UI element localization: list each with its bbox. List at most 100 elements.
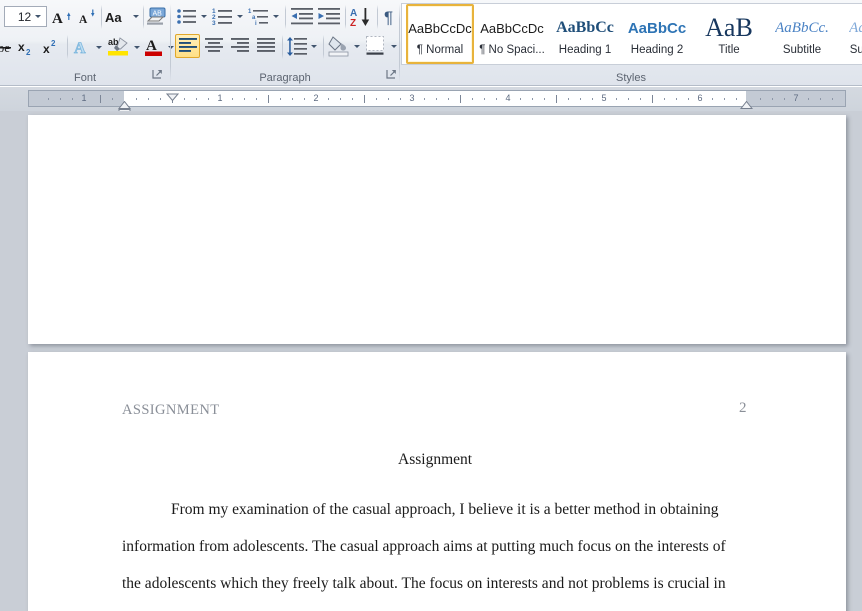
superscript-button[interactable]: x 2 <box>39 36 64 58</box>
ruler-number: 7 <box>793 93 799 103</box>
chevron-down-icon <box>237 15 243 18</box>
chevron-down-icon <box>311 44 317 48</box>
bullets-dropdown-arrow[interactable] <box>198 5 210 28</box>
style-item-title[interactable]: AaB Title <box>694 4 764 64</box>
ruler-tick <box>136 98 137 100</box>
font-size-dropdown-arrow[interactable] <box>30 6 46 27</box>
svg-text:Z: Z <box>350 18 356 28</box>
ruler-left-margin <box>29 91 124 106</box>
style-item-normal[interactable]: AaBbCcDc ¶ Normal <box>406 4 474 64</box>
ruler-number: 4 <box>505 93 511 103</box>
document-page-2[interactable]: ASSIGNMENT 2 Assignment From my examinat… <box>28 352 846 611</box>
svg-text:x: x <box>18 40 25 54</box>
ruler-tick <box>184 98 185 100</box>
svg-text:2: 2 <box>51 39 56 48</box>
shading-button[interactable] <box>326 33 352 58</box>
bullets-button[interactable] <box>175 5 199 28</box>
ruler-tick <box>256 98 257 100</box>
svg-text:Aa: Aa <box>105 10 122 25</box>
grow-font-icon: A <box>52 11 71 27</box>
style-item-no-spacing[interactable]: AaBbCcDc ¶ No Spaci... <box>476 4 548 64</box>
style-preview: AaBbCc. <box>775 12 829 44</box>
multilevel-list-button[interactable]: 1 a i <box>247 5 271 28</box>
shrink-font-icon: A <box>79 9 95 26</box>
line-spacing-button[interactable] <box>285 34 309 58</box>
styles-gallery[interactable]: AaBbCcDc ¶ Normal AaBbCcDc ¶ No Spaci...… <box>401 3 862 65</box>
ruler-tick <box>520 98 521 100</box>
chevron-down-icon <box>201 15 207 18</box>
ruler-tick <box>676 98 677 100</box>
chevron-down-icon <box>354 44 360 48</box>
grow-font-button[interactable]: A <box>50 5 74 28</box>
svg-text:x: x <box>43 42 50 56</box>
ruler-tick <box>160 98 161 100</box>
document-canvas[interactable]: ASSIGNMENT 2 Assignment From my examinat… <box>0 111 862 611</box>
line-spacing-dropdown-arrow[interactable] <box>308 34 320 58</box>
style-preview-text: AaBbCc. <box>775 19 829 36</box>
change-case-button[interactable]: Aa <box>104 5 132 28</box>
align-right-button[interactable] <box>227 34 252 58</box>
ruler-tick <box>592 98 593 100</box>
ruler-tick <box>568 98 569 100</box>
divider <box>67 35 68 59</box>
sort-button[interactable]: A Z <box>348 4 374 29</box>
shading-dropdown-arrow[interactable] <box>351 34 363 58</box>
text-highlight-color-button[interactable]: ab <box>106 34 132 59</box>
align-center-icon <box>204 38 223 52</box>
divider <box>101 5 102 29</box>
text-effects-button[interactable]: A <box>70 36 94 58</box>
ruler-tick <box>496 98 497 100</box>
style-item-heading-1[interactable]: AaBbCс Heading 1 <box>550 4 620 64</box>
align-right-icon <box>230 38 249 52</box>
style-item-subtle-emphasis[interactable]: AaI Sub <box>840 4 862 64</box>
ruler-tick <box>760 98 761 100</box>
ruler-major-tick <box>652 95 653 103</box>
horizontal-ruler[interactable]: 1 1 2 3 4 5 6 7 <box>28 88 846 118</box>
ruler-tick <box>532 98 533 100</box>
style-name: Sub <box>849 44 862 56</box>
chevron-down-icon <box>96 45 102 49</box>
font-dialog-launcher[interactable] <box>152 69 164 81</box>
decrease-indent-button[interactable] <box>289 5 315 28</box>
style-name: Title <box>718 44 740 56</box>
ruler-number: 3 <box>409 93 415 103</box>
ruler-tick <box>484 98 485 100</box>
increase-indent-icon <box>318 8 340 25</box>
chevron-down-icon <box>391 44 397 48</box>
document-page-1[interactable] <box>28 115 846 344</box>
ruler-tick <box>640 98 641 100</box>
numbering-dropdown-arrow[interactable] <box>234 5 246 28</box>
style-item-heading-2[interactable]: AaBbCc Heading 2 <box>622 4 692 64</box>
change-case-icon: Aa <box>105 10 122 25</box>
text-effects-dropdown-arrow[interactable] <box>93 36 105 58</box>
increase-indent-button[interactable] <box>316 5 342 28</box>
ruler-tick <box>736 98 737 100</box>
align-left-icon <box>178 38 197 52</box>
numbering-button[interactable]: 1 2 3 <box>211 5 235 28</box>
font-color-button[interactable]: A <box>142 34 166 59</box>
ruler-major-tick <box>460 95 461 103</box>
style-item-subtitle[interactable]: AaBbCc. Subtitle <box>766 4 838 64</box>
first-line-indent-marker[interactable] <box>165 88 180 106</box>
subscript-button[interactable]: x 2 <box>14 36 39 58</box>
ruler-tick <box>820 98 821 100</box>
paragraph-dialog-launcher[interactable] <box>386 69 398 81</box>
ribbon-group-paragraph: 1 2 3 1 a i A Z ¶ Paragraph <box>171 0 399 86</box>
shrink-font-button[interactable]: A <box>75 5 99 28</box>
ruler-number: 1 <box>81 93 87 103</box>
multilevel-list-dropdown-arrow[interactable] <box>270 5 282 28</box>
ruler-tick <box>664 98 665 100</box>
borders-button[interactable] <box>363 33 389 58</box>
justify-button[interactable] <box>253 34 278 58</box>
align-left-button[interactable] <box>175 34 200 58</box>
style-name: ¶ Normal <box>416 44 464 56</box>
ruler-tick <box>48 98 49 100</box>
ruler-tick <box>448 98 449 100</box>
chevron-down-icon <box>133 15 139 18</box>
divider <box>323 35 324 59</box>
clear-formatting-button[interactable]: AB <box>145 4 171 29</box>
ribbon: 12 A A Aa AB be x 2 x 2 A ab A Font 1 2 … <box>0 0 862 86</box>
change-case-dropdown-arrow[interactable] <box>130 5 142 28</box>
strikethrough-button[interactable]: abe <box>0 36 14 58</box>
align-center-button[interactable] <box>201 34 226 58</box>
